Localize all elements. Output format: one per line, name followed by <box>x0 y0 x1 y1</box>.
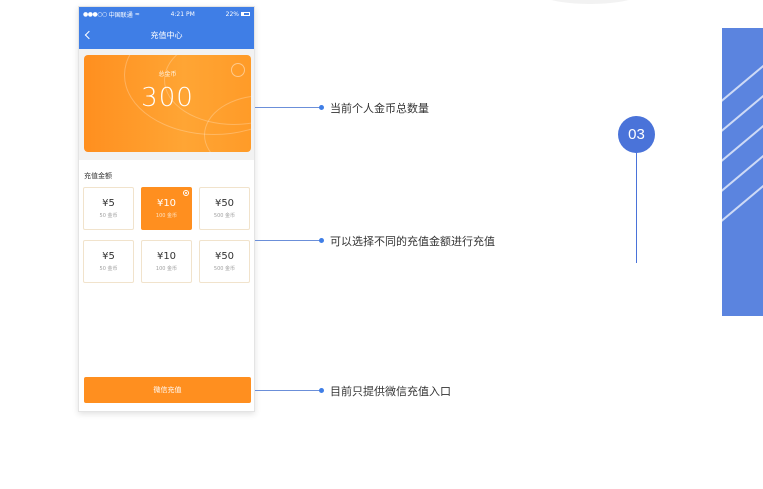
wechat-pay-button[interactable]: 微信充值 <box>84 377 251 403</box>
coin-balance-card: 总金币 300 <box>84 55 251 152</box>
battery-icon <box>240 12 250 16</box>
amount-price: ¥50 <box>214 251 235 262</box>
amount-price: ¥5 <box>102 251 115 262</box>
annotation-amount-select: 可以选择不同的充值金额进行充值 <box>330 235 495 248</box>
amount-price: ¥5 <box>102 198 115 209</box>
amount-price: ¥50 <box>214 198 235 209</box>
wifi-icon: ≈ <box>134 10 140 18</box>
step-connector-line <box>636 153 637 263</box>
leader-line <box>255 240 321 241</box>
annotation-pay-entry: 目前只提供微信充值入口 <box>330 385 451 398</box>
coin-label: 总金币 <box>158 71 177 78</box>
decorative-stripe <box>722 170 763 230</box>
step-number-badge: 03 <box>618 116 655 153</box>
showcase-page: ●●●○○ 中国联通 ≈ 4:21 PM 22% 充值中心 总金币 300 充值… <box>0 0 763 489</box>
amount-coins: 500 金币 <box>213 266 236 272</box>
status-bar: ●●●○○ 中国联通 ≈ 4:21 PM 22% <box>79 7 254 21</box>
coin-card-area: 总金币 300 <box>79 49 254 160</box>
amount-price: ¥10 <box>156 198 177 209</box>
phone-screen: ●●●○○ 中国联通 ≈ 4:21 PM 22% 充值中心 总金币 300 充值… <box>78 6 255 412</box>
leader-line <box>255 390 321 391</box>
selected-check-icon <box>183 190 189 196</box>
amount-coins: 500 金币 <box>213 213 236 219</box>
amount-option-10[interactable]: ¥10 100 金币 <box>141 240 192 283</box>
amount-coins: 100 金币 <box>155 213 178 219</box>
leader-line <box>255 107 321 108</box>
amount-coins: 50 金币 <box>99 266 118 272</box>
amount-option-10-selected[interactable]: ¥10 100 金币 <box>141 187 192 230</box>
coin-total-value: 300 <box>141 83 194 113</box>
annotation-coin-total: 当前个人金币总数量 <box>330 102 429 115</box>
chevron-left-icon[interactable] <box>85 29 93 41</box>
amount-option-50[interactable]: ¥50 500 金币 <box>199 187 250 230</box>
amount-coins: 50 金币 <box>99 213 118 219</box>
leader-dot <box>319 238 324 243</box>
decorative-arc <box>540 0 640 4</box>
battery-percent: 22% <box>225 10 239 18</box>
amount-option-5[interactable]: ¥5 50 金币 <box>83 187 134 230</box>
leader-dot <box>319 388 324 393</box>
status-time: 4:21 PM <box>170 10 195 18</box>
decorative-side-panel <box>722 28 763 316</box>
recharge-amount-title: 充值金额 <box>84 172 112 180</box>
amount-coins: 100 金币 <box>155 266 178 272</box>
leader-dot <box>319 105 324 110</box>
nav-bar: 充值中心 <box>79 21 254 49</box>
amount-option-50[interactable]: ¥50 500 金币 <box>199 240 250 283</box>
amount-price: ¥10 <box>156 251 177 262</box>
page-title: 充值中心 <box>150 30 183 40</box>
carrier-name: 中国联通 <box>108 11 133 19</box>
signal-icon: ●●●○○ <box>83 10 107 18</box>
amount-option-5[interactable]: ¥5 50 金币 <box>83 240 134 283</box>
